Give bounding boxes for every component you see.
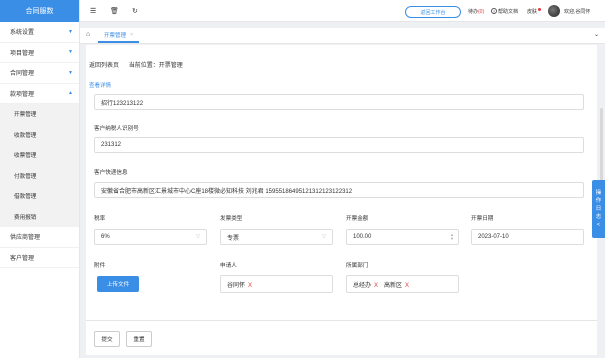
breadcrumb: 返回列表页 当前位置：开票管理 <box>89 60 183 69</box>
sidebar-subitem-invoicing[interactable]: 开票管理 <box>0 104 79 125</box>
sidebar-subitem-payouts[interactable]: 付款管理 <box>0 166 79 187</box>
sidebar-item-label: 系统设置 <box>10 30 35 37</box>
taxpayer-id-field[interactable]: 231312 <box>94 137 584 153</box>
taxpayer-id-label: 客户纳税人识别号 <box>94 126 139 132</box>
stepper-icon[interactable]: ▲ ▼ <box>450 233 454 241</box>
sidebar-subitem-collections[interactable]: 收款管理 <box>0 125 79 146</box>
sidebar-item-label: 合同管理 <box>10 71 35 78</box>
reset-button[interactable]: 重置 <box>126 331 152 347</box>
notification-dot <box>538 8 542 11</box>
applicant-label: 申请人 <box>220 263 237 269</box>
attachment-label: 附件 <box>94 263 106 269</box>
avatar[interactable] <box>548 5 560 17</box>
sidebar-subitem-loans[interactable]: 借款管理 <box>0 186 79 207</box>
back-to-workspace-button[interactable]: 返回工作台 <box>405 6 461 18</box>
bank-account-field[interactable]: 招行123213122 <box>94 94 584 110</box>
skin-link[interactable]: 皮肤 <box>527 8 542 15</box>
welcome-text[interactable]: 欢迎,谷同怀 <box>564 8 590 15</box>
chevron-up-icon: ▲ <box>68 90 73 97</box>
submenu-payments: 开票管理 收款管理 收票管理 付款管理 借款管理 费用报销 <box>0 104 79 227</box>
todo-link[interactable]: 待办(0) <box>468 8 484 15</box>
tab-invoicing[interactable]: 开票管理 × <box>98 29 140 43</box>
tab-bar: ⌂ 开票管理 × ⌄ <box>80 28 605 44</box>
form-scroll-area[interactable]: 招行123213122 客户纳税人识别号 231312 客户快递信息 安徽省合肥… <box>86 93 597 320</box>
department-label: 所属部门 <box>346 263 369 269</box>
home-icon[interactable]: ⌂ <box>86 31 90 38</box>
todo-count: (0) <box>478 9 485 15</box>
help-docs-link[interactable]: ? 帮助文档 <box>491 8 518 15</box>
department-tag: 高新区 X <box>384 282 410 289</box>
chevron-left-icon: < <box>596 222 601 228</box>
sidebar-item-suppliers[interactable]: 供应商管理 <box>0 227 79 248</box>
invoice-amount-input[interactable]: 100.00 ▲ ▼ <box>346 229 459 245</box>
refresh-icon[interactable]: ↻ <box>132 7 138 15</box>
chevron-down-icon: ▽ <box>196 234 200 240</box>
sidebar-item-contracts[interactable]: 合同管理 ▼ <box>0 63 79 84</box>
chevron-down-icon: ▼ <box>68 28 73 35</box>
sidebar-item-payments[interactable]: 款项管理 ▲ <box>0 84 79 104</box>
chevron-down-icon: ▼ <box>68 49 73 56</box>
sidebar-subitem-received-invoices[interactable]: 收票管理 <box>0 145 79 166</box>
trash-icon[interactable]: 🗑 <box>110 7 119 15</box>
invoice-date-label: 开票日期 <box>471 216 494 222</box>
app-title: 合同服数 <box>0 0 79 22</box>
remove-tag-icon[interactable]: X <box>374 283 378 289</box>
sidebar-item-label: 款项管理 <box>10 91 35 98</box>
chevron-down-icon: ▼ <box>68 69 73 76</box>
applicant-tag-input[interactable]: 谷同怀 X <box>220 275 333 293</box>
sidebar-item-label: 项目管理 <box>10 50 35 57</box>
tax-rate-label: 税率 <box>94 216 106 222</box>
department-tag: 总经办 X <box>353 282 379 289</box>
invoice-amount-label: 开票金额 <box>346 216 369 222</box>
main-panel: 返回列表页 当前位置：开票管理 查看详情 招行123213122 客户纳税人识别… <box>86 45 597 355</box>
current-location-label: 当前位置： <box>128 63 159 69</box>
top-bar: ☰ 🗑 ↻ 返回工作台 待办(0) ? 帮助文档 皮肤 欢迎,谷同怀 <box>80 0 605 22</box>
close-icon[interactable]: × <box>130 32 133 38</box>
chevron-down-icon: ▽ <box>322 234 326 240</box>
delivery-info-label: 客户快递信息 <box>94 170 128 176</box>
form-actions: 提交 重置 <box>86 320 597 355</box>
help-icon: ? <box>491 8 497 14</box>
sidebar: 合同服数 系统设置 ▼ 项目管理 ▼ 合同管理 ▼ 款项管理 ▲ 开票管理 收款… <box>0 0 80 358</box>
sidebar-item-system-settings[interactable]: 系统设置 ▼ <box>0 22 79 43</box>
upload-file-button[interactable]: 上传文件 <box>97 276 139 292</box>
applicant-tag: 谷同怀 X <box>227 282 253 289</box>
scrollbar[interactable] <box>600 108 603 188</box>
hamburger-icon[interactable]: ☰ <box>90 7 96 15</box>
back-to-list-link[interactable]: 返回列表页 <box>89 63 119 69</box>
submit-button[interactable]: 提交 <box>94 331 120 347</box>
sidebar-item-label: 客户管理 <box>10 255 35 262</box>
sidebar-subitem-expenses[interactable]: 费用报销 <box>0 207 79 228</box>
sidebar-item-customers[interactable]: 客户管理 <box>0 248 79 268</box>
invoice-date-picker[interactable]: 2023-07-10 <box>471 229 584 245</box>
tax-rate-select[interactable]: 6% ▽ <box>94 229 207 245</box>
chevron-down-icon[interactable]: ⌄ <box>594 31 599 38</box>
remove-tag-icon[interactable]: X <box>405 283 409 289</box>
delivery-info-field[interactable]: 安徽省合肥市高新区汇景城市中心C座18楼微必知科技 刘兆君 1595518649… <box>94 182 584 198</box>
view-details-link[interactable]: 查看详情 <box>89 81 111 89</box>
invoice-type-label: 发票类型 <box>220 216 243 222</box>
sidebar-item-label: 供应商管理 <box>10 235 41 242</box>
sidebar-item-projects[interactable]: 项目管理 ▼ <box>0 43 79 63</box>
remove-tag-icon[interactable]: X <box>248 283 252 289</box>
operation-log-tab[interactable]: 操 作 日 志 < <box>592 180 605 238</box>
department-tag-input[interactable]: 总经办 X 高新区 X <box>346 275 459 293</box>
invoice-type-select[interactable]: 专票 ▽ <box>220 229 333 245</box>
current-location: 开票管理 <box>158 63 183 69</box>
